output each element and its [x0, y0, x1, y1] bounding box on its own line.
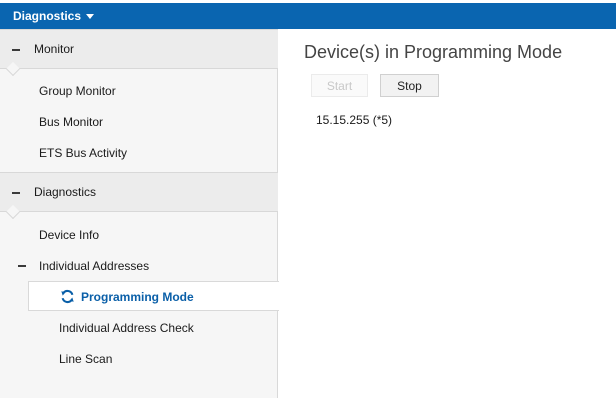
page-title: Device(s) in Programming Mode	[304, 42, 563, 62]
main-panel: Device(s) in Programming Mode Start Stop…	[279, 29, 616, 398]
sidebar-item-label: Device Info	[39, 228, 100, 242]
stop-button[interactable]: Stop	[380, 74, 439, 97]
top-menu-bar: Diagnostics	[0, 3, 616, 29]
minus-icon[interactable]	[12, 49, 20, 51]
sidebar-item-group-monitor[interactable]: Group Monitor	[0, 76, 278, 106]
sidebar-item-individual-addresses[interactable]: Individual Addresses	[0, 251, 278, 281]
sidebar-item-device-info[interactable]: Device Info	[0, 220, 278, 250]
start-button[interactable]: Start	[311, 74, 368, 97]
sidebar-item-individual-address-check[interactable]: Individual Address Check	[0, 313, 278, 343]
sidebar-item-ets-bus-activity[interactable]: ETS Bus Activity	[0, 138, 278, 168]
sidebar-item-label: Individual Addresses	[39, 259, 150, 273]
section-pointer-notch	[5, 204, 21, 220]
sidebar-item-label: Line Scan	[59, 352, 113, 366]
diagnostics-menu-button[interactable]: Diagnostics	[13, 9, 95, 23]
sidebar-item-line-scan[interactable]: Line Scan	[0, 344, 278, 374]
section-diagnostics[interactable]: Diagnostics	[0, 172, 278, 220]
diagnostics-menu-label: Diagnostics	[13, 9, 82, 23]
sidebar-item-label: Group Monitor	[39, 84, 116, 98]
caret-down-icon	[86, 14, 95, 19]
section-monitor-label: Monitor	[34, 42, 75, 56]
sidebar-item-label: Bus Monitor	[39, 115, 104, 129]
sidebar-item-label: Individual Address Check	[59, 321, 194, 335]
sidebar-item-bus-monitor[interactable]: Bus Monitor	[0, 107, 278, 137]
sidebar-item-label: ETS Bus Activity	[39, 146, 128, 160]
sidebar-item-programming-mode[interactable]: Programming Mode	[28, 281, 279, 311]
section-monitor[interactable]: Monitor	[0, 29, 278, 77]
minus-icon[interactable]	[12, 192, 20, 194]
device-list-item: 15.15.255 (*5)	[316, 113, 393, 127]
minus-icon[interactable]	[18, 265, 26, 267]
sidebar-item-label: Programming Mode	[81, 290, 194, 304]
section-diagnostics-label: Diagnostics	[34, 185, 97, 199]
section-pointer-notch	[5, 61, 21, 77]
refresh-icon	[61, 289, 74, 304]
sidebar: Monitor Group Monitor Bus Monitor ETS Bu…	[0, 29, 279, 398]
